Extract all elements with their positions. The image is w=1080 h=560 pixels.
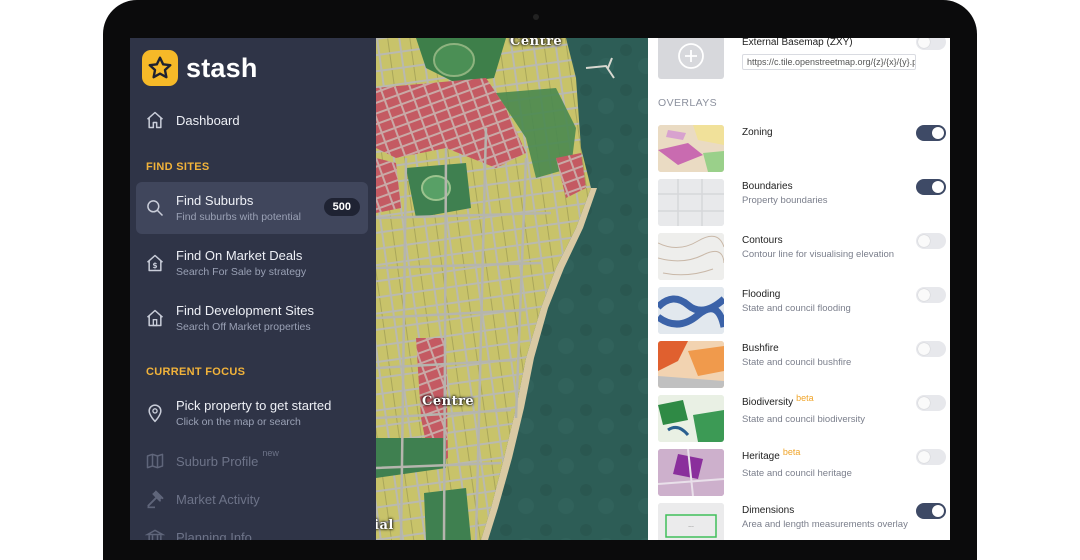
search-icon — [144, 197, 166, 219]
overlay-title: Dimensions — [742, 505, 795, 516]
camera-dot — [533, 14, 539, 20]
star-logo-icon — [142, 50, 178, 86]
contours-toggle[interactable] — [916, 233, 946, 249]
heritage-thumbnail — [658, 449, 724, 496]
app-name: stash — [186, 52, 258, 83]
app-logo[interactable]: stash — [142, 50, 258, 86]
beta-badge: beta — [782, 447, 801, 457]
overlay-title-row: Biodiversity beta — [742, 393, 814, 408]
sidebar-item-label: Dashboard — [176, 112, 240, 128]
overlay-title: Heritage — [742, 451, 780, 462]
sidebar-item-title: Planning Info — [176, 529, 252, 541]
map-label-suburb: ial — [376, 518, 394, 533]
add-basemap-button[interactable] — [658, 38, 724, 79]
heritage-toggle[interactable] — [916, 449, 946, 465]
location-pin-icon — [144, 402, 166, 424]
map-canvas[interactable] — [376, 38, 648, 540]
overlay-subtitle: Property boundaries — [742, 195, 828, 206]
overlay-title: Zoning — [742, 127, 773, 138]
overlay-subtitle: State and council heritage — [742, 468, 852, 479]
gavel-icon — [144, 488, 166, 510]
count-badge: 500 — [323, 198, 360, 216]
biodiversity-thumbnail — [658, 395, 724, 442]
layers-panel: External Basemap (ZXY) https://c.tile.op… — [648, 38, 950, 540]
sidebar-item-title: Find On Market Deals — [176, 248, 303, 263]
house-outline-icon — [144, 307, 166, 329]
map-view[interactable]: Centre Centre ial — [376, 38, 648, 540]
section-heading-current-focus: CURRENT FOCUS — [146, 366, 246, 378]
svg-text:$: $ — [152, 261, 157, 270]
sidebar-item-on-market-deals[interactable]: $ Find On Market Deals Search For Sale b… — [136, 237, 368, 289]
overlay-subtitle: State and council bushfire — [742, 357, 852, 368]
biodiversity-toggle[interactable] — [916, 395, 946, 411]
sidebar-item-title: Suburb Profile — [176, 453, 259, 469]
sidebar: stash Dashboard FIND SITES Find Suburbs … — [130, 38, 376, 540]
sidebar-item-subtitle: Search For Sale by strategy — [176, 266, 307, 278]
sidebar-item-subtitle: Search Off Market properties — [176, 321, 311, 333]
overlay-title: Biodiversity — [742, 397, 794, 408]
overlay-subtitle: State and council flooding — [742, 303, 851, 314]
map-label-suburb: Centre — [422, 394, 475, 409]
zoning-toggle[interactable] — [916, 125, 946, 141]
sidebar-item-title: Pick property to get started — [176, 398, 332, 413]
sidebar-item-title: Find Suburbs — [176, 193, 254, 208]
sidebar-item-title: Market Activity — [176, 491, 260, 507]
map-label-suburb: Centre — [510, 38, 563, 49]
overlay-title: Boundaries — [742, 181, 793, 192]
external-basemap-toggle[interactable] — [916, 38, 946, 50]
overlays-heading: OVERLAYS — [658, 97, 718, 109]
svg-text:···: ··· — [688, 524, 694, 531]
overlay-subtitle: Contour line for visualising elevation — [742, 249, 895, 260]
overlay-title: Flooding — [742, 289, 781, 300]
flooding-toggle[interactable] — [916, 287, 946, 303]
dimensions-toggle[interactable] — [916, 503, 946, 519]
sidebar-item-planning-info[interactable]: Planning Info — [136, 511, 368, 540]
building-columns-icon — [144, 526, 166, 540]
house-dollar-icon: $ — [144, 252, 166, 274]
boundaries-toggle[interactable] — [916, 179, 946, 195]
sidebar-item-find-suburbs[interactable]: Find Suburbs Find suburbs with potential… — [136, 182, 368, 234]
overlay-subtitle: State and council biodiversity — [742, 414, 866, 425]
sidebar-item-title: Find Development Sites — [176, 303, 315, 318]
zoning-thumbnail — [658, 125, 724, 172]
dimensions-thumbnail: ··· — [658, 503, 724, 540]
sidebar-item-dashboard[interactable]: Dashboard — [136, 94, 368, 146]
external-basemap-title: External Basemap (ZXY) — [742, 38, 853, 48]
sidebar-item-pick-property[interactable]: Pick property to get started Click on th… — [136, 387, 368, 439]
home-icon — [144, 109, 166, 131]
plus-circle-icon — [678, 42, 704, 69]
map-fold-icon — [144, 450, 166, 472]
sidebar-item-subtitle: Find suburbs with potential — [176, 211, 301, 223]
sidebar-item-development-sites[interactable]: Find Development Sites Search Off Market… — [136, 292, 368, 344]
bushfire-toggle[interactable] — [916, 341, 946, 357]
bushfire-thumbnail — [658, 341, 724, 388]
contours-thumbnail — [658, 233, 724, 280]
new-tag: new — [262, 447, 279, 458]
section-heading-find-sites: FIND SITES — [146, 161, 210, 173]
flooding-thumbnail — [658, 287, 724, 334]
basemap-url-input[interactable]: https://c.tile.openstreetmap.org/{z}/{x}… — [742, 54, 916, 70]
app-screen: stash Dashboard FIND SITES Find Suburbs … — [130, 38, 950, 540]
boundaries-thumbnail — [658, 179, 724, 226]
overlay-title: Bushfire — [742, 343, 779, 354]
beta-badge: beta — [796, 393, 814, 403]
sidebar-item-subtitle: Click on the map or search — [176, 416, 301, 428]
overlay-subtitle: Area and length measurements overlay — [742, 519, 908, 530]
overlay-title: Contours — [742, 235, 783, 246]
overlay-title-row: Heritage beta — [742, 447, 800, 462]
